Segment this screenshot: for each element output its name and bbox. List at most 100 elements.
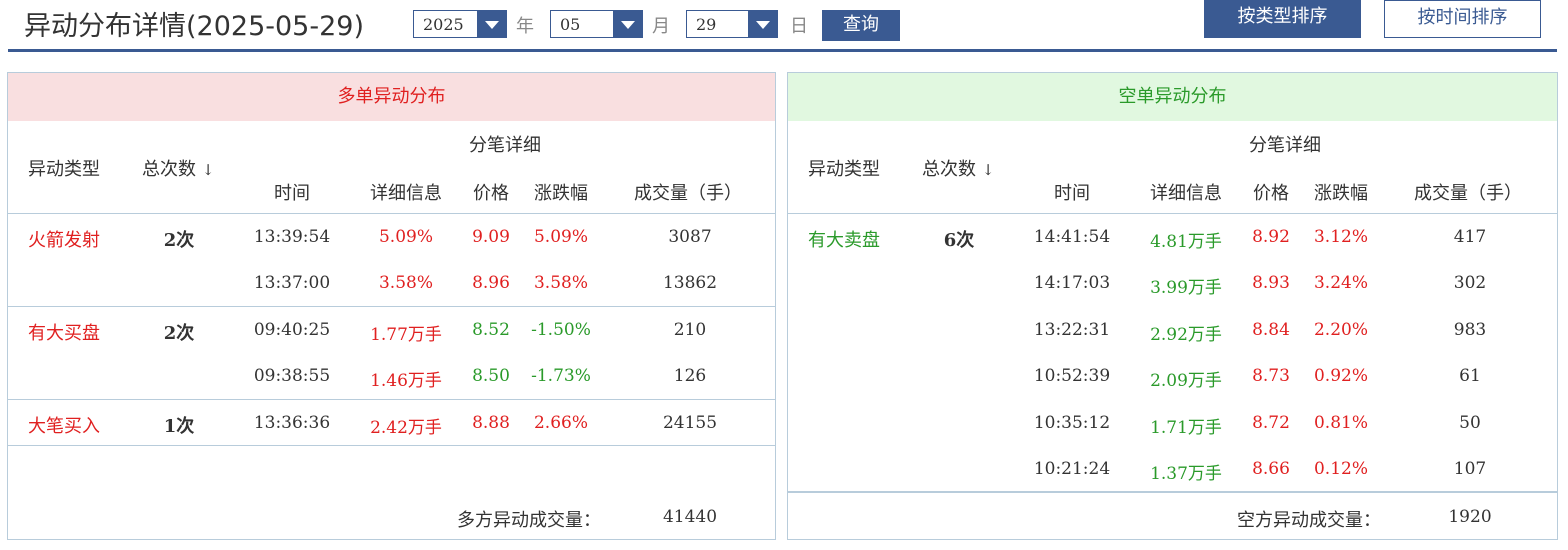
cell-price: 8.93: [1252, 273, 1290, 294]
cell-info: 4.81万手: [1150, 232, 1222, 252]
cell-change: 3.24%: [1313, 273, 1369, 294]
divider: [8, 305, 775, 307]
col-price: 价格: [473, 183, 509, 204]
cell-time: 09:38:55: [253, 366, 331, 387]
col-type: 异动类型: [28, 159, 100, 180]
day-select[interactable]: 29: [686, 10, 778, 38]
cell-time: 13:22:31: [1033, 319, 1111, 340]
group-type-label: 火箭发射: [28, 230, 100, 251]
cell-time: 14:17:03: [1033, 273, 1111, 294]
cell-change: 0.81%: [1313, 412, 1369, 433]
divider: [788, 213, 1557, 214]
cell-time: 10:52:39: [1033, 366, 1111, 387]
cell-info: 1.46万手: [370, 371, 442, 392]
cell-volume: 210: [673, 319, 707, 340]
cell-info: 1.71万手: [1150, 417, 1222, 438]
cell-time: 13:39:54: [253, 227, 331, 247]
sort-by-type-button[interactable]: 按类型排序: [1204, 0, 1361, 38]
cell-price: 8.72: [1252, 412, 1290, 433]
cell-volume: 107: [1453, 459, 1487, 479]
divider: [8, 398, 775, 400]
cell-time: 09:40:25: [253, 319, 331, 340]
col-change: 涨跌幅: [534, 183, 588, 204]
group-type-label: 有大卖盘: [808, 230, 880, 251]
cell-volume: 302: [1453, 273, 1487, 294]
sort-down-icon[interactable]: ↓: [982, 161, 995, 179]
col-total-label: 总次数: [142, 159, 196, 180]
group-count: 6次: [943, 230, 975, 251]
cell-time: 13:36:36: [253, 412, 331, 433]
long-footer-value: 41440: [662, 507, 718, 527]
cell-time: 14:41:54: [1033, 227, 1111, 247]
divider: [8, 445, 775, 446]
cell-time: 10:35:12: [1033, 412, 1111, 433]
header: 异动分布详情(2025-05-29) 2025 年 05 月 29 日 查询 按…: [0, 0, 1568, 52]
cell-price: 8.50: [472, 366, 510, 387]
col-detail: 分笔详细: [1249, 135, 1321, 156]
cell-volume: 3087: [668, 227, 712, 247]
col-total-label: 总次数: [922, 159, 976, 180]
cell-info: 3.58%: [378, 273, 434, 294]
cell-change: 0.12%: [1313, 459, 1369, 479]
cell-change: 3.12%: [1313, 227, 1369, 247]
year-unit: 年: [516, 16, 534, 37]
col-volume: 成交量（手）: [1414, 183, 1522, 204]
cell-info: 2.09万手: [1150, 371, 1222, 392]
sort-down-icon[interactable]: ↓: [202, 161, 215, 179]
cell-price: 8.88: [472, 412, 510, 433]
cell-volume: 983: [1453, 319, 1487, 340]
cell-change: 2.20%: [1313, 319, 1369, 340]
cell-change: 5.09%: [533, 227, 589, 247]
col-type: 异动类型: [808, 159, 880, 180]
year-select[interactable]: 2025: [413, 10, 507, 38]
cell-volume: 417: [1453, 227, 1487, 247]
col-info: 详细信息: [370, 183, 442, 204]
group-count: 2次: [163, 230, 195, 251]
cell-info: 1.37万手: [1150, 464, 1222, 484]
col-info: 详细信息: [1150, 183, 1222, 204]
cell-info: 1.77万手: [370, 324, 442, 345]
long-panel-title: 多单异动分布: [8, 73, 775, 121]
col-time: 时间: [274, 183, 310, 204]
cell-volume: 61: [1459, 366, 1481, 387]
cell-info: 5.09%: [378, 227, 434, 247]
short-panel: 空单异动分布 异动类型 总次数 ↓ 分笔详细 时间 详细信息 价格 涨跌幅 成交…: [787, 72, 1558, 540]
cell-time: 10:21:24: [1033, 459, 1111, 479]
col-volume: 成交量（手）: [634, 183, 742, 204]
cell-info: 3.99万手: [1150, 278, 1222, 299]
col-total[interactable]: 总次数 ↓: [142, 155, 214, 181]
long-footer-label: 多方异动成交量：: [457, 510, 601, 531]
chevron-down-icon[interactable]: [477, 11, 506, 37]
group-count: 2次: [163, 322, 195, 344]
cell-price: 9.09: [472, 227, 510, 247]
cell-price: 8.66: [1252, 459, 1290, 479]
cell-price: 8.73: [1252, 366, 1290, 387]
month-unit: 月: [652, 16, 670, 37]
header-divider: [8, 49, 1557, 52]
cell-volume: 13862: [662, 273, 718, 294]
group-type-label: 大笔买入: [28, 415, 100, 437]
day-value: 29: [696, 15, 717, 34]
short-footer-label: 空方异动成交量：: [1237, 510, 1381, 531]
cell-change: -1.50%: [531, 319, 591, 340]
cell-volume: 50: [1459, 412, 1481, 433]
sort-by-time-button[interactable]: 按时间排序: [1384, 0, 1541, 38]
chevron-down-icon[interactable]: [613, 11, 642, 37]
cell-price: 8.84: [1252, 319, 1290, 340]
cell-change: 0.92%: [1313, 366, 1369, 387]
cell-info: 2.92万手: [1150, 324, 1222, 345]
query-button[interactable]: 查询: [822, 10, 900, 41]
cell-change: -1.73%: [531, 366, 591, 387]
col-change: 涨跌幅: [1314, 183, 1368, 204]
month-select[interactable]: 05: [550, 10, 643, 38]
cell-price: 8.52: [472, 319, 510, 340]
year-value: 2025: [423, 15, 464, 34]
col-price: 价格: [1253, 183, 1289, 204]
short-footer-value: 1920: [1448, 507, 1492, 527]
short-panel-title: 空单异动分布: [788, 73, 1557, 121]
cell-volume: 126: [673, 366, 707, 387]
cell-price: 8.92: [1252, 227, 1290, 247]
chevron-down-icon[interactable]: [748, 11, 777, 37]
col-time: 时间: [1054, 183, 1090, 204]
col-total[interactable]: 总次数 ↓: [922, 155, 994, 181]
